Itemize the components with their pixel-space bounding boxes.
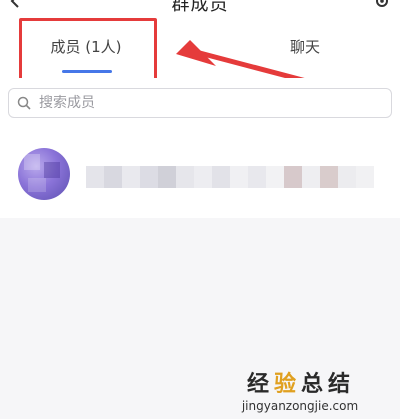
active-tab-indicator [62,70,112,73]
tab-members[interactable]: 成员 (1人) [16,14,156,78]
tab-members-label: 成员 (1人) [50,37,122,56]
search-input[interactable] [37,94,361,112]
tab-chat[interactable]: 聊天 [230,14,380,78]
back-arrow-icon[interactable] [8,0,22,8]
search-section [0,78,400,128]
watermark: 经 验 总 结 jingyanzongjie.com [210,366,390,413]
watermark-title: 经 验 总 结 [246,372,354,397]
top-bar: 群成员 [0,0,400,14]
member-name-redacted [86,166,374,188]
search-icon [17,96,31,110]
member-list [0,128,400,218]
tab-chat-label: 聊天 [289,37,320,56]
search-box[interactable] [8,88,392,118]
watermark-url: jingyanzongjie.com [241,399,359,413]
page-title: 群成员 [171,0,229,14]
avatar[interactable] [18,148,70,200]
gear-icon[interactable] [374,0,390,9]
tab-bar: 成员 (1人) 聊天 [0,14,400,78]
list-item[interactable] [0,138,400,208]
